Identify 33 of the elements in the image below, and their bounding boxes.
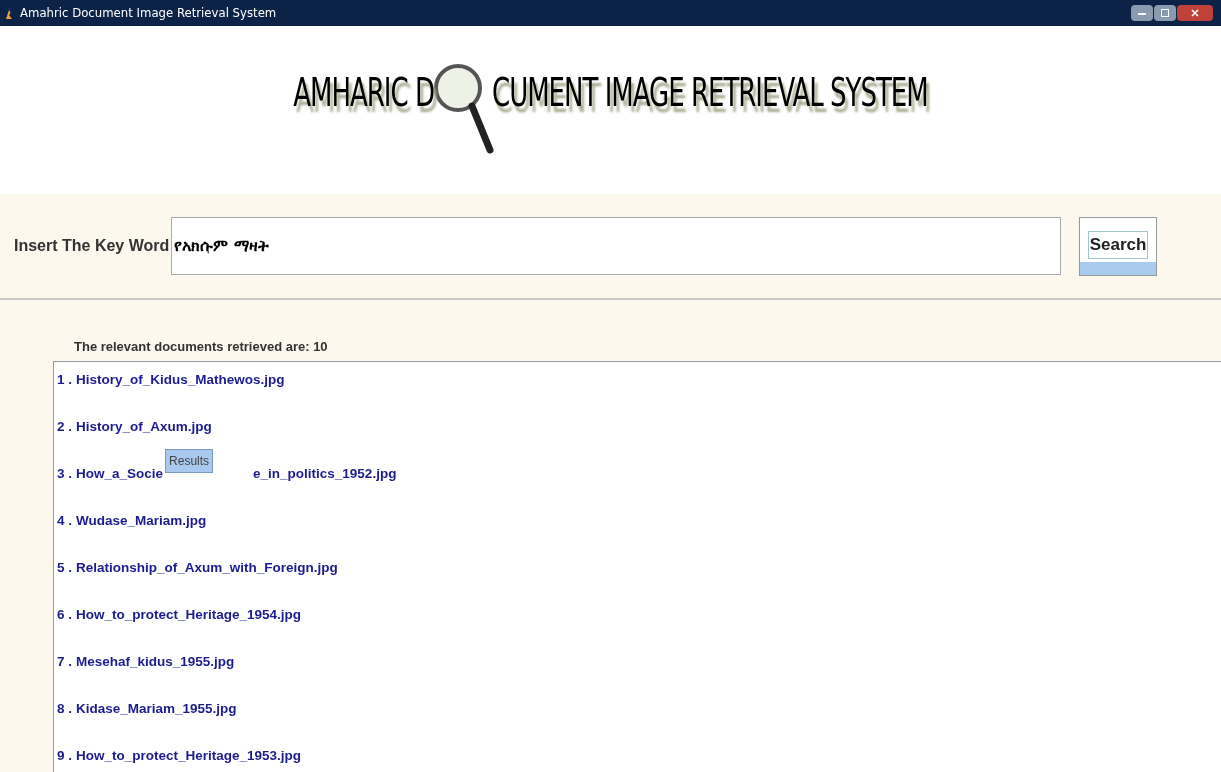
maximize-icon [1161,9,1169,17]
result-number: 6 . [57,606,72,625]
result-number: 7 . [57,653,72,672]
close-icon [1191,9,1199,17]
close-button[interactable] [1177,5,1213,21]
tooltip: Results [165,449,214,473]
result-link[interactable]: Relationship_of_Axum_with_Foreign.jpg [76,558,338,579]
result-link[interactable]: Kidase_Mariam_1955.jpg [76,699,237,720]
result-link[interactable]: How_to_protect_Heritage_1954.jpg [76,605,302,626]
result-link[interactable]: Wudase_Mariam.jpg [76,511,207,532]
keyword-label: Insert The Key Word [14,236,171,256]
result-number: 2 . [57,418,72,437]
minimize-button[interactable] [1131,5,1153,21]
result-link[interactable]: e_in_politics_1952.jpg [253,464,397,485]
result-link[interactable]: Mesehaf_kidus_1955.jpg [76,652,235,673]
result-number: 8 . [57,700,72,719]
result-link[interactable]: History_of_Kidus_Mathewos.jpg [76,370,285,391]
banner-title: CUMENT IMAGE RETRIEVAL SYSTEM [492,69,928,118]
window-title: Amahric Document Image Retrieval System [20,4,277,23]
result-link[interactable]: How_a_Socie [76,464,164,485]
search-button[interactable]: Search [1079,216,1157,276]
result-number: 5 . [57,559,72,578]
result-number: 1 . [57,371,72,390]
result-number: 9 . [57,747,72,766]
result-link[interactable]: How_to_protect_Heritage_1953.jpg [76,746,302,767]
result-link[interactable]: History_of_Axum.jpg [76,417,212,438]
result-number: 4 . [57,512,72,531]
keyword-field[interactable]: የአክሱም ማዛት [171,217,1061,275]
result-number: 3 . [57,465,72,484]
banner-title: AMHARIC D [293,69,434,118]
maximize-button[interactable] [1154,5,1176,21]
minimize-icon [1138,11,1146,15]
results-summary: The relevant documents retrieved are: 10 [74,339,328,354]
